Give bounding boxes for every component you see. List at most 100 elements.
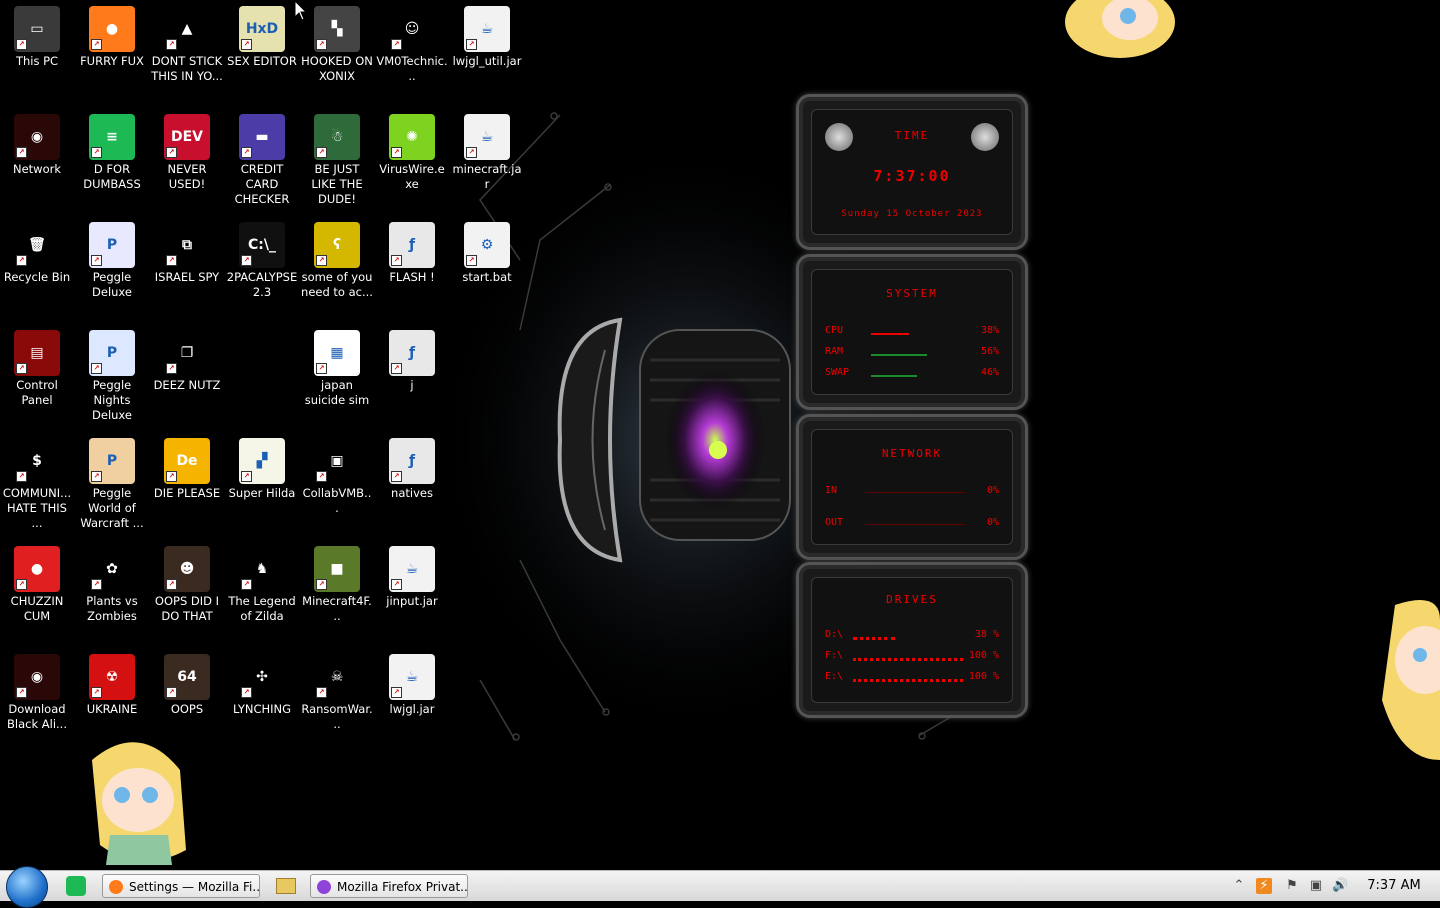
desktop-icon[interactable]: ☕ ↗ minecraft.jar [450, 108, 524, 192]
drive-row: D:\ 38 % [825, 629, 999, 643]
desktop-icon[interactable]: 64 ↗ OOPS [150, 648, 224, 717]
peggle-icon: P ↗ [89, 222, 135, 268]
control-panel-icon: ▤ ↗ [14, 330, 60, 376]
action-center-flag-icon[interactable]: ⚑ [1284, 878, 1300, 894]
desktop-icon[interactable]: ⚙ ↗ start.bat [450, 216, 524, 285]
desktop-icon[interactable]: ☕ ↗ lwjgl_util.jar [450, 0, 524, 69]
stacked-windows-icon: ❐ ↗ [164, 330, 210, 376]
desktop-icon[interactable]: ▣ ↗ CollabVMB... [300, 432, 374, 516]
desktop-icon-label: natives [391, 486, 433, 500]
desktop-icon[interactable]: ● ↗ CHUZZIN CUM [0, 540, 74, 624]
drives-panel-title: DRIVES [886, 593, 938, 606]
santa-globe-icon: ☃ ↗ [314, 114, 360, 160]
desktop-icon[interactable]: ❐ ↗ DEEZ NUTZ [150, 324, 224, 393]
desktop-icon[interactable]: ▦ ↗ japan suicide sim [300, 324, 374, 408]
network-out-row: OUT 0% [825, 517, 999, 531]
desktop-icon[interactable]: P ↗ Peggle Deluxe [75, 216, 149, 300]
taskbar-clock[interactable]: 7:37 AM [1356, 871, 1432, 901]
desktop-icon[interactable]: HxD ↗ SEX EDITOR [225, 0, 299, 69]
shortcut-arrow-icon: ↗ [391, 471, 402, 482]
money-bag-icon: $ ↗ [14, 438, 60, 484]
shortcut-arrow-icon: ↗ [466, 39, 477, 50]
tray-app-icon[interactable]: ⚡ [1256, 878, 1272, 894]
start-button[interactable] [6, 866, 48, 908]
shortcut-arrow-icon: ↗ [166, 255, 177, 266]
file-explorer-icon[interactable] [276, 878, 296, 894]
desktop-icon-label: some of you need to ac... [301, 270, 373, 299]
desktop-icon[interactable]: ☕ ↗ lwjgl.jar [375, 648, 449, 717]
desktop-icon[interactable]: ▤ ↗ Control Panel [0, 324, 74, 408]
desktop-icon[interactable]: ƒ ↗ natives [375, 432, 449, 501]
desktop-icon[interactable]: ʕ ↗ some of you need to ac... [300, 216, 374, 300]
desktop-icon[interactable]: ⧉ ↗ ISRAEL SPY [150, 216, 224, 285]
desktop-icon[interactable]: ☺ ↗ VM0Technic... [375, 0, 449, 84]
shortcut-arrow-icon: ↗ [391, 579, 402, 590]
drive-row-value: 38 % [974, 629, 999, 640]
desktop-icon[interactable]: DEV ↗ NEVER USED! [150, 108, 224, 192]
desktop-icon[interactable]: ▞ ↗ Super Hilda [225, 432, 299, 501]
desktop-icon[interactable]: ☠ ↗ RansomWar... [300, 648, 374, 732]
desktop-icon[interactable]: ƒ ↗ FLASH ! [375, 216, 449, 285]
java-jar-icon: ☕ ↗ [389, 546, 435, 592]
desktop-icon[interactable]: ◉ ↗ Download Black Ali... [0, 648, 74, 732]
shortcut-arrow-icon: ↗ [166, 147, 177, 158]
desktop-icon[interactable]: ✿ ↗ Plants vs Zombies [75, 540, 149, 624]
volume-icon[interactable]: 🔊 [1332, 878, 1348, 894]
drive-row-label: E:\ [825, 671, 844, 682]
system-row-value: 46% [980, 367, 999, 378]
desktop-icon[interactable]: ▭ ↗ This PC [0, 0, 74, 69]
flash-document-icon: ƒ ↗ [389, 222, 435, 268]
desktop-icon-label: 2PACALYPSE 2.3 [226, 270, 298, 299]
desktop-icon[interactable]: ◉ ↗ Network [0, 108, 74, 177]
desktop-icon[interactable]: De ↗ DIE PLEASE [150, 432, 224, 501]
desktop-icon-label: lwjgl.jar [389, 702, 435, 716]
desktop-icon[interactable]: $ ↗ COMMUNI... HATE THIS ... [0, 432, 74, 531]
taskbar-firefox-private[interactable]: Mozilla Firefox Privat... [310, 874, 468, 898]
desktop-icon[interactable]: C:\_ ↗ 2PACALYPSE 2.3 [225, 216, 299, 300]
desktop-icon[interactable]: ✣ ↗ LYNCHING [225, 648, 299, 717]
desktop-icon[interactable]: ≡ ↗ D FOR DUMBASS [75, 108, 149, 192]
taskbar-firefox-settings[interactable]: Settings — Mozilla Fi... [102, 874, 260, 898]
desktop-icon[interactable]: ☻ ↗ OOPS DID I DO THAT [150, 540, 224, 624]
desktop-icon[interactable]: ✺ ↗ VirusWire.exe [375, 108, 449, 192]
system-row-bar [871, 348, 927, 356]
hxd-editor-icon: HxD ↗ [239, 6, 285, 52]
desktop-icon-label: BE JUST LIKE THE DUDE! [311, 162, 363, 206]
desktop-icon[interactable]: ♞ ↗ The Legend of Zilda [225, 540, 299, 624]
system-row: SWAP 46% [825, 367, 999, 381]
pixel-cat-icon: ▞ ↗ [239, 438, 285, 484]
desktop-icon-label: minecraft.jar [452, 162, 522, 191]
desktop-icon[interactable]: ☃ ↗ BE JUST LIKE THE DUDE! [300, 108, 374, 207]
shortcut-arrow-icon: ↗ [316, 147, 327, 158]
java-jar-icon: ☕ ↗ [464, 114, 510, 160]
desktop-icon-label: Plants vs Zombies [86, 594, 138, 623]
drive-row: E:\ 100 % [825, 671, 999, 685]
desktop-icon[interactable]: ■ ↗ Minecraft4F... [300, 540, 374, 624]
desktop-icon[interactable]: 🗑 ↗ Recycle Bin [0, 216, 74, 285]
desktop-icon[interactable]: ☢ ↗ UKRAINE [75, 648, 149, 717]
desktop-icon-label: Network [12, 162, 62, 176]
xonix-game-icon: ▚ ↗ [314, 6, 360, 52]
desktop-icon[interactable]: ● ↗ FURRY FUX [75, 0, 149, 69]
desktop-icon[interactable]: ▬ ↗ CREDIT CARD CHECKER [225, 108, 299, 207]
shortcut-arrow-icon: ↗ [16, 255, 27, 266]
desktop-icon[interactable]: ▚ ↗ HOOKED ON XONIX [300, 0, 374, 84]
desktop-icon-label: COMMUNI... HATE THIS ... [2, 486, 72, 530]
quick-launch-green-app-icon[interactable] [66, 876, 86, 896]
system-row-label: SWAP [825, 367, 850, 378]
shortcut-arrow-icon: ↗ [91, 687, 102, 698]
desktop-icon-label: The Legend of Zilda [228, 594, 296, 623]
desktop-icon[interactable]: ☕ ↗ jinput.jar [375, 540, 449, 609]
skull-icon: ☠ ↗ [314, 654, 360, 700]
chevron-up-icon[interactable]: ⌃ [1231, 878, 1247, 894]
desktop-icon[interactable]: ƒ ↗ j [375, 324, 449, 393]
mouse-cursor [294, 0, 308, 21]
shortcut-arrow-icon: ↗ [16, 147, 27, 158]
firefox-icon: ● ↗ [89, 6, 135, 52]
network-icon[interactable]: ▣ [1308, 878, 1324, 894]
desktop-icon[interactable]: ▲ ↗ DONT STICK THIS IN YO... [150, 0, 224, 84]
shortcut-arrow-icon: ↗ [316, 39, 327, 50]
desktop-icon[interactable]: P ↗ Peggle World of Warcraft ... [75, 432, 149, 531]
shortcut-arrow-icon: ↗ [91, 471, 102, 482]
desktop-icon[interactable]: P ↗ Peggle Nights Deluxe [75, 324, 149, 423]
